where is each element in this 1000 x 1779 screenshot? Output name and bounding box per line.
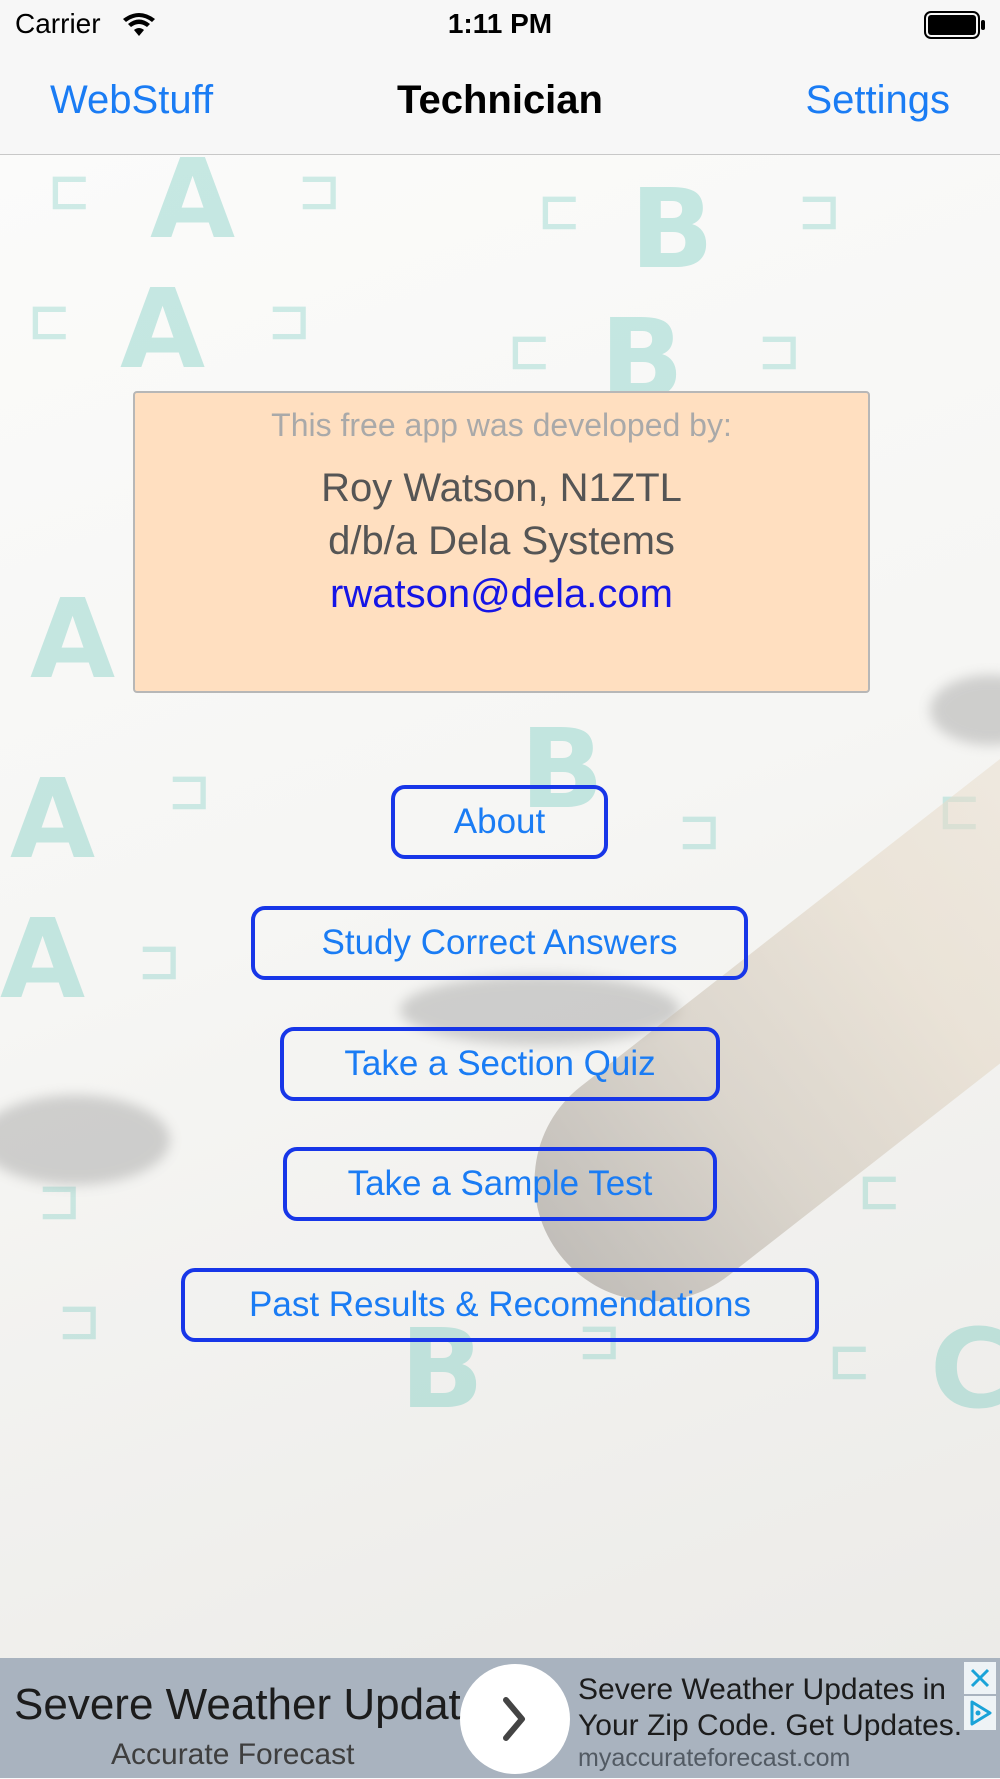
background-answer-box: ⊐	[760, 315, 799, 389]
ad-banner[interactable]: Severe Weather Update Accurate Forecast …	[0, 1658, 1000, 1778]
background-answer-box: ⊏	[540, 175, 579, 249]
section-quiz-button[interactable]: Take a Section Quiz	[280, 1027, 720, 1101]
battery-icon	[924, 11, 986, 44]
ad-open-button[interactable]	[460, 1664, 570, 1774]
study-correct-answers-button[interactable]: Study Correct Answers	[251, 906, 748, 980]
background-answer-box: ⊐	[270, 285, 309, 359]
ad-body-line: Severe Weather Updates in	[578, 1673, 946, 1706]
pencil-mark	[930, 675, 1000, 745]
background-answer-box: ⊐	[680, 795, 719, 869]
background-letter: A	[150, 155, 236, 263]
background-letter: A	[30, 575, 116, 703]
ad-url: myaccurateforecast.com	[578, 1744, 851, 1772]
status-bar: Carrier 1:11 PM	[0, 0, 1000, 50]
ad-brand: Accurate Forecast	[111, 1738, 355, 1771]
background-answer-box: ⊐	[800, 175, 839, 249]
background-letter: A	[120, 265, 206, 393]
developer-company: d/b/a Dela Systems	[328, 519, 675, 563]
background-letter: C	[930, 1305, 1000, 1433]
ad-body-line: Your Zip Code. Get Updates.	[578, 1709, 963, 1742]
background-letter: B	[630, 165, 714, 293]
background-answer-box: ⊐	[60, 1285, 99, 1359]
status-time: 1:11 PM	[447, 8, 553, 39]
past-results-button[interactable]: Past Results & Recomendations	[181, 1268, 819, 1342]
about-button[interactable]: About	[391, 785, 608, 859]
ad-headline: Severe Weather Update	[14, 1680, 486, 1729]
developer-credit-box: This free app was developed by: Roy Wats…	[133, 391, 870, 693]
navigation-bar: WebStuff Technician Settings	[0, 50, 1000, 155]
background-answer-box: ⊐	[170, 755, 209, 829]
credit-intro: This free app was developed by:	[271, 407, 732, 443]
background-answer-box: ⊏	[830, 1325, 869, 1399]
chevron-right-icon	[503, 1697, 525, 1741]
background-answer-box: ⊐	[300, 155, 339, 229]
background-answer-box: ⊏	[510, 315, 549, 389]
settings-button[interactable]: Settings	[805, 78, 950, 123]
developer-email-link[interactable]: rwatson@dela.com	[135, 572, 868, 617]
sample-test-button[interactable]: Take a Sample Test	[283, 1147, 717, 1221]
ad-close-icon[interactable]	[964, 1662, 996, 1694]
background-answer-box: ⊏	[50, 155, 89, 229]
pencil-mark	[0, 1095, 170, 1185]
ad-body: Severe Weather Updates in Your Zip Code.…	[578, 1672, 962, 1744]
ad-choices-icon[interactable]	[964, 1696, 996, 1730]
background-letter: A	[10, 755, 96, 883]
background-letter: A	[0, 895, 86, 1023]
developer-name: Roy Watson, N1ZTL	[321, 466, 682, 510]
background-answer-box: ⊏	[30, 285, 69, 359]
background-answer-box: ⊐	[140, 925, 179, 999]
